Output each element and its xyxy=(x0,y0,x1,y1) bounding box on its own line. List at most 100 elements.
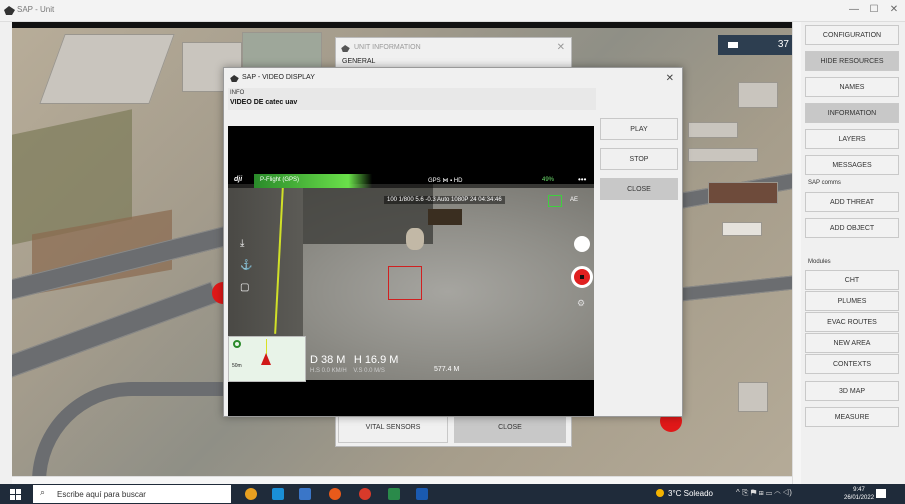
taskbar: ⌕ Escribe aquí para buscar 3°C Soleado ^… xyxy=(0,484,905,504)
3d-map-button[interactable]: 3D MAP xyxy=(805,381,899,401)
crate xyxy=(428,209,462,225)
height-readout: H 16.9 M xyxy=(353,354,399,366)
mission-icon[interactable]: ▢ xyxy=(240,282,249,293)
taskbar-search[interactable]: ⌕ Escribe aquí para buscar xyxy=(33,485,231,503)
signal-status: GPS ⋈ ▪ HD xyxy=(428,178,463,184)
focus-icon[interactable] xyxy=(548,195,562,207)
measure-button[interactable]: MEASURE xyxy=(805,407,899,427)
info-label: INFO xyxy=(230,90,245,96)
contexts-button[interactable]: CONTEXTS xyxy=(805,354,899,374)
tracking-box xyxy=(388,266,422,300)
aircraft-icon xyxy=(261,353,271,365)
more-icon[interactable]: ••• xyxy=(578,175,586,184)
windows-start-icon[interactable] xyxy=(10,489,21,500)
window-title: SAP - Unit xyxy=(17,5,55,14)
play-button[interactable]: PLAY xyxy=(600,118,678,140)
shutter-button[interactable] xyxy=(574,236,590,252)
app-icon-green[interactable] xyxy=(388,488,400,500)
record-button[interactable] xyxy=(571,266,593,288)
app-icon-red[interactable] xyxy=(359,488,371,500)
add-threat-button[interactable]: ADD THREAT xyxy=(805,192,899,212)
map-building xyxy=(738,382,768,412)
close-icon[interactable]: ✕ xyxy=(557,42,565,53)
distance-readout: D 38 M xyxy=(310,354,346,366)
system-tray[interactable]: ^ ⎘ ⚑ ⊞ ▭ ⌒ ◁) xyxy=(736,488,792,498)
camera-settings-icon[interactable]: ⚙ xyxy=(577,298,585,309)
edge-icon[interactable] xyxy=(272,488,284,500)
video-display-title: SAP - VIDEO DISPLAY xyxy=(242,74,315,81)
dji-status-bar: dji P-Flight (GPS) GPS ⋈ ▪ HD 49% ••• xyxy=(228,174,594,188)
file-explorer-icon[interactable] xyxy=(299,488,311,500)
modules-label: Modules xyxy=(808,259,831,265)
flight-mode-bar: P-Flight (GPS) xyxy=(254,174,372,188)
evac-routes-button[interactable]: EVAC ROUTES xyxy=(805,312,899,332)
names-button[interactable]: NAMES xyxy=(805,77,899,97)
info-box: INFO VIDEO DE catec uav xyxy=(228,88,596,110)
general-section-label: GENERAL xyxy=(342,58,376,65)
messages-button[interactable]: MESSAGES xyxy=(805,155,899,175)
video-close-button[interactable]: CLOSE xyxy=(600,178,678,200)
cht-button[interactable]: CHT xyxy=(805,270,899,290)
record-dot xyxy=(580,275,584,279)
return-home-icon[interactable]: ⚓ xyxy=(240,260,252,271)
takeoff-icon[interactable]: ⤓ xyxy=(240,238,244,249)
window-icon xyxy=(341,45,350,52)
map-building xyxy=(708,182,778,204)
clock-time: 9:47 xyxy=(853,487,865,493)
horizontal-speed: H.S 0.0 KM/H xyxy=(310,368,347,374)
minimize-button[interactable]: — xyxy=(846,4,862,15)
search-placeholder: Escribe aquí para buscar xyxy=(57,490,146,499)
clock[interactable]: 9:47 26/01/2022 xyxy=(844,486,874,502)
sun-icon xyxy=(656,489,664,497)
plumes-button[interactable]: PLUMES xyxy=(805,291,899,311)
weather-text: 3°C Soleado xyxy=(668,489,714,498)
mini-map[interactable]: 50m xyxy=(228,336,306,382)
ae-lock[interactable]: AE xyxy=(570,197,578,203)
firefox-icon[interactable] xyxy=(329,488,341,500)
sap-comms-label: SAP comms xyxy=(808,180,841,186)
speed-row: H.S 0.0 KM/H V.S 0.0 M/S xyxy=(310,368,385,374)
vertical-scrollbar[interactable] xyxy=(792,22,801,484)
map-building xyxy=(722,222,762,236)
overlay-value: 37 xyxy=(777,39,789,50)
map-overlay-label: 37 xyxy=(718,35,792,55)
telemetry: D 38 M H 16.9 M H.S 0.0 KM/H V.S 0.0 M/S… xyxy=(310,354,459,374)
notification-icon[interactable] xyxy=(876,489,886,498)
map-building xyxy=(688,122,738,138)
hide-resources-button[interactable]: HIDE RESOURCES xyxy=(805,51,899,71)
new-area-button[interactable]: NEW AREA xyxy=(805,333,899,353)
info-value: VIDEO DE catec uav xyxy=(230,99,298,106)
weather-widget[interactable]: 3°C Soleado xyxy=(656,489,713,498)
app-icon-blue[interactable] xyxy=(416,488,428,500)
battery-level: 49% xyxy=(542,177,555,183)
chrome-icon[interactable] xyxy=(245,488,257,500)
map-building xyxy=(688,148,758,162)
dji-logo: dji xyxy=(234,176,243,183)
horizontal-scrollbar[interactable] xyxy=(12,476,792,484)
configuration-button[interactable]: CONFIGURATION xyxy=(805,25,899,45)
home-distance: 577.4 M xyxy=(434,366,460,373)
overlay-icon xyxy=(728,42,738,48)
camera-settings: 100 1/800 5.6 -0.3 Auto 1080P 24 04:34:4… xyxy=(384,196,505,204)
search-icon: ⌕ xyxy=(40,487,46,497)
close-icon[interactable]: ✕ xyxy=(666,73,674,84)
map-building xyxy=(242,32,322,72)
person xyxy=(406,228,424,250)
vertical-speed: V.S 0.0 M/S xyxy=(353,368,385,374)
home-icon xyxy=(233,340,241,348)
layers-button[interactable]: LAYERS xyxy=(805,129,899,149)
stop-button[interactable]: STOP xyxy=(600,148,678,170)
video-display-window: SAP - VIDEO DISPLAY ✕ INFO VIDEO DE cate… xyxy=(223,67,683,417)
unit-info-title: UNIT INFORMATION xyxy=(354,44,421,51)
information-button[interactable]: INFORMATION xyxy=(805,103,899,123)
add-object-button[interactable]: ADD OBJECT xyxy=(805,218,899,238)
app-icon xyxy=(4,6,15,15)
window-titlebar: SAP - Unit — ☐ ✕ xyxy=(0,0,905,22)
clock-date: 26/01/2022 xyxy=(844,495,875,501)
map-top-border xyxy=(12,22,792,28)
video-feed[interactable]: dji P-Flight (GPS) GPS ⋈ ▪ HD 49% ••• 10… xyxy=(228,126,594,416)
maximize-button[interactable]: ☐ xyxy=(866,4,882,15)
map-road-curve xyxy=(32,382,232,482)
close-window-button[interactable]: ✕ xyxy=(886,4,902,15)
map-building xyxy=(738,82,778,108)
